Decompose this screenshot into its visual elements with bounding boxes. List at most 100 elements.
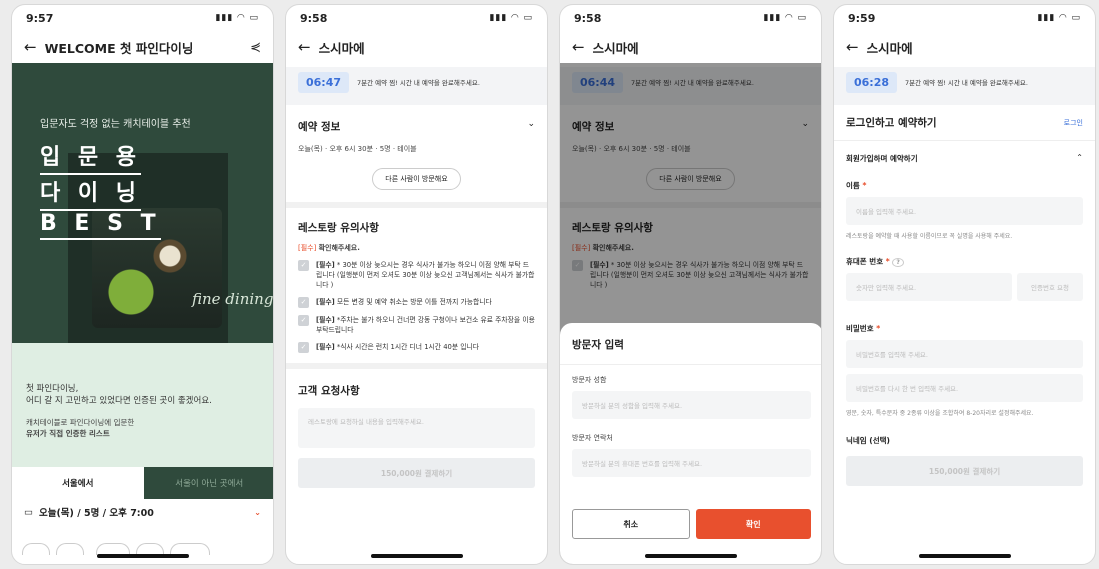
countdown-timer: 06:28	[846, 71, 898, 93]
sheet-title: 방문자 입력	[572, 339, 624, 351]
chevron-down-icon: ⌄	[254, 507, 261, 517]
cancel-button[interactable]: 취소	[572, 509, 690, 539]
timer-banner: 06:28 7분간 예약 찜! 시간 내 예약을 완료해주세요.	[834, 67, 1095, 97]
back-arrow-icon[interactable]: ←	[24, 38, 37, 56]
notice-tag: [필수]	[316, 261, 335, 269]
nav-bar: ← WELCOME 첫 파인다이닝 ⋞	[12, 31, 273, 63]
notice-checkbox-row[interactable]: ✓ [필수] * 30분 이상 늦으시는 경우 식사가 불가능 하오니 이점 양해…	[298, 260, 535, 290]
signup-title: 회원가입하며 예약하기	[846, 154, 918, 163]
visitor-name-input[interactable]: 방문하실 분의 성함을 입력해 주세요.	[572, 391, 811, 419]
hero-subtitle: 입문자도 걱정 없는 캐치테이블 추천	[40, 119, 191, 130]
calendar-icon: ▭	[24, 506, 33, 518]
chevron-up-icon[interactable]: ⌃	[1076, 153, 1083, 164]
reservation-detail: 오늘(목) · 오후 6시 30분 · 5명 · 테이블	[298, 145, 417, 153]
screen-visitor-input: 9:58 ▮▮▮ ◠ ▭ ← 스시마에 06:44 7분간 예약 찜! 시간 내 예약…	[559, 4, 822, 565]
verify-code-button[interactable]: 인증번호 요청	[1017, 273, 1083, 301]
name-input[interactable]: 이름을 입력해 주세요.	[846, 197, 1083, 225]
page-title: WELCOME 첫 파인다이닝	[44, 40, 194, 56]
help-icon[interactable]: ?	[892, 258, 904, 267]
notice-text: *주차는 불가 하오니 건너편 강동 구청이나 보건소 유료 주차장을 이용 부…	[316, 316, 535, 334]
intro-line1: 첫 파인다이닝,	[26, 384, 79, 394]
login-row: 로그인하고 예약하기 로그인	[834, 105, 1095, 141]
hero-title-line3: B E S T	[40, 211, 161, 240]
chevron-down-icon[interactable]: ⌄	[527, 119, 535, 134]
login-title: 로그인하고 예약하기	[846, 117, 937, 129]
status-bar: 9:57 ▮▮▮ ◠ ▭	[12, 5, 273, 31]
password-help: 영문, 숫자, 특수문자 중 2종류 이상을 조합하여 8-20자리로 설정해주…	[846, 410, 1034, 417]
status-time: 9:59	[848, 11, 876, 25]
timer-banner: 06:47 7분간 예약 찜! 시간 내 예약을 완료해주세요.	[286, 67, 547, 97]
tab-seoul[interactable]: 서울에서	[12, 467, 144, 499]
page-title: 스시마에	[592, 40, 639, 56]
status-bar: 9:58 ▮▮▮ ◠ ▭	[286, 5, 547, 31]
filter-chip[interactable]	[22, 543, 50, 555]
visitor-bottom-sheet: 방문자 입력 방문자 성함 방문하실 분의 성함을 입력해 주세요. 방문자 연…	[560, 323, 821, 564]
timer-message: 7분간 예약 찜! 시간 내 예약을 완료해주세요.	[905, 79, 1028, 87]
pay-button[interactable]: 150,000원 결제하기	[846, 456, 1083, 486]
status-time: 9:58	[300, 11, 328, 25]
intro-line3: 캐치테이블로 파인다이닝에 입문한	[26, 418, 135, 427]
nav-bar: ← 스시마에	[560, 31, 821, 63]
phone-label: 휴대폰 번호	[846, 257, 884, 266]
check-icon[interactable]: ✓	[298, 297, 309, 308]
hero-title-line2: 다 이 닝	[40, 175, 142, 211]
required-tag: [필수]	[298, 244, 317, 252]
visitor-contact-label: 방문자 연락처	[572, 434, 613, 442]
intro-line2: 어디 갈 지 고민하고 있었다면 인증된 곳이 좋겠어요.	[26, 396, 212, 406]
password-input[interactable]: 비밀번호를 입력해 주세요.	[846, 340, 1083, 368]
customer-request: 고객 요청사항 레스토랑에 요청하실 내용을 입력해주세요. 150,000원 …	[286, 369, 547, 502]
status-time: 9:57	[26, 11, 54, 25]
request-textarea[interactable]: 레스토랑에 요청하실 내용을 입력해주세요.	[298, 408, 535, 448]
notice-text: * 30분 이상 늦으시는 경우 식사가 불가능 하오니 이점 양해 부탁 드립…	[316, 261, 535, 289]
signup-form: 회원가입하며 예약하기 ⌃ 이름 * 이름을 입력해 주세요. 레스토랑을 예약할…	[834, 141, 1095, 498]
intro-panel: 첫 파인다이닝, 어디 갈 지 고민하고 있었다면 인증된 곳이 좋겠어요. 캐치…	[12, 343, 273, 467]
signal-icon: ▮▮▮ ◠ ▭	[763, 13, 807, 23]
nav-bar: ← 스시마에	[286, 31, 547, 63]
notice-title: 레스토랑 유의사항	[298, 222, 379, 234]
signal-icon: ▮▮▮ ◠ ▭	[215, 13, 259, 23]
back-arrow-icon[interactable]: ←	[846, 38, 859, 56]
confirm-button[interactable]: 확인	[695, 509, 811, 539]
page-title: 스시마에	[866, 40, 913, 56]
check-icon[interactable]: ✓	[298, 342, 309, 353]
notice-tag: [필수]	[316, 316, 335, 324]
check-icon[interactable]: ✓	[298, 260, 309, 271]
status-bar: 9:58 ▮▮▮ ◠ ▭	[560, 5, 821, 31]
signal-icon: ▮▮▮ ◠ ▭	[1037, 13, 1081, 23]
password-confirm-input[interactable]: 비밀번호를 다시 한 번 입력해 주세요.	[846, 374, 1083, 402]
name-label: 이름	[846, 181, 860, 190]
home-indicator	[96, 554, 189, 558]
home-indicator	[918, 554, 1011, 558]
notice-checkbox-row[interactable]: ✓ [필수] 모든 변경 및 예약 취소는 방문 이틀 전까지 가능합니다	[298, 297, 535, 308]
visitor-contact-input[interactable]: 방문하실 분의 휴대폰 번호를 입력해 주세요.	[572, 449, 811, 477]
login-link[interactable]: 로그인	[1064, 118, 1083, 128]
visitor-name-label: 방문자 성함	[572, 376, 607, 384]
hero-title-line1: 입 문 용	[40, 139, 142, 175]
filter-chip[interactable]	[56, 543, 84, 555]
notice-tag: [필수]	[316, 343, 335, 351]
notice-text: *식사 시간은 런치 1시간 디너 1시간 40분 입니다	[336, 343, 480, 351]
region-tabs: 서울에서 서울이 아닌 곳에서	[12, 467, 273, 499]
pay-button[interactable]: 150,000원 결제하기	[298, 458, 535, 488]
password-label: 비밀번호	[846, 324, 874, 333]
check-icon[interactable]: ✓	[298, 315, 309, 326]
nav-bar: ← 스시마에	[834, 31, 1095, 63]
screen-booking: 9:58 ▮▮▮ ◠ ▭ ← 스시마에 06:47 7분간 예약 찜! 시간 내 예약…	[285, 4, 548, 565]
reservation-title: 예약 정보	[298, 121, 341, 133]
back-arrow-icon[interactable]: ←	[298, 38, 311, 56]
other-visitor-button[interactable]: 다른 사람이 방문해요	[372, 168, 461, 190]
back-arrow-icon[interactable]: ←	[572, 38, 585, 56]
reservation-info: 예약 정보 ⌄ 오늘(목) · 오후 6시 30분 · 5명 · 테이블 다른 사…	[286, 105, 547, 202]
phone-input[interactable]: 숫자만 입력해 주세요.	[846, 273, 1012, 301]
tab-outside-seoul[interactable]: 서울이 아닌 곳에서	[143, 467, 273, 499]
intro-line4: 유저가 직접 인증한 리스트	[26, 429, 110, 438]
notice-subtitle: 확인해주세요.	[318, 244, 360, 252]
share-icon[interactable]: ⋞	[250, 40, 261, 55]
countdown-timer: 06:47	[298, 71, 350, 93]
home-indicator	[644, 554, 737, 558]
restaurant-notice: 레스토랑 유의사항 [필수] 확인해주세요. ✓ [필수] * 30분 이상 늦으…	[286, 208, 547, 363]
notice-tag: [필수]	[316, 298, 335, 306]
notice-checkbox-row[interactable]: ✓ [필수] *주차는 불가 하오니 건너편 강동 구청이나 보건소 유료 주차장…	[298, 315, 535, 335]
notice-checkbox-row[interactable]: ✓ [필수] *식사 시간은 런치 1시간 디너 1시간 40분 입니다	[298, 342, 535, 353]
date-party-selector[interactable]: ▭ 오늘(목) / 5명 / 오후 7:00 ⌄	[24, 505, 261, 520]
